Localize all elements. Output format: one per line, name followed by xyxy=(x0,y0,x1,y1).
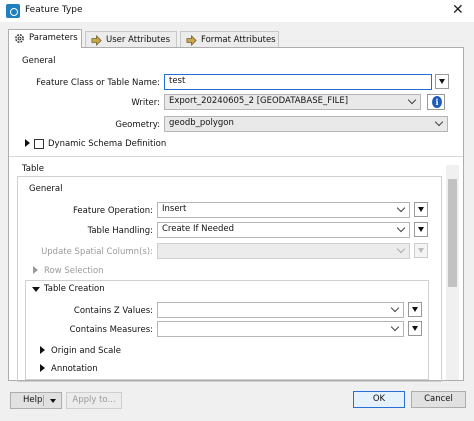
tab-label: User Attributes xyxy=(106,35,171,45)
contains-z-menu-button[interactable] xyxy=(408,302,422,317)
table-creation-label: Table Creation xyxy=(44,284,105,294)
annotation-label: Annotation xyxy=(51,364,98,374)
section-divider xyxy=(9,156,463,157)
dropdown-caret-icon xyxy=(50,399,56,403)
feature-class-input[interactable]: test xyxy=(164,74,432,90)
general-section-label: General xyxy=(22,56,56,66)
fme-app-icon xyxy=(6,4,20,18)
vertical-scrollbar[interactable] xyxy=(446,165,459,380)
window-title: Feature Type xyxy=(25,5,83,15)
table-section-label: Table xyxy=(22,164,44,174)
scrollbar-thumb[interactable] xyxy=(448,179,457,287)
table-creation-expander[interactable] xyxy=(32,287,40,292)
apply-to-button: Apply to... xyxy=(66,392,122,409)
table-handling-value: Create If Needed xyxy=(162,224,234,234)
chevron-down-icon xyxy=(397,226,405,234)
dynamic-schema-label: Dynamic Schema Definition xyxy=(48,139,167,149)
tab-user-attributes[interactable]: User Attributes xyxy=(85,31,177,48)
geometry-label: Geometry: xyxy=(115,120,160,130)
contains-measures-label: Contains Measures: xyxy=(69,325,153,335)
chevron-down-icon xyxy=(397,247,405,255)
update-spatial-label: Update Spatial Column(s): xyxy=(41,247,153,257)
table-handling-label: Table Handling: xyxy=(87,226,153,236)
writer-value: Export_20240605_2 [GEODATABASE_FILE] xyxy=(169,96,349,106)
close-icon[interactable]: ✕ xyxy=(452,2,464,18)
writer-combo[interactable]: Export_20240605_2 [GEODATABASE_FILE] xyxy=(164,94,421,110)
update-spatial-menu-button xyxy=(414,243,428,258)
arrow-icon xyxy=(91,35,102,46)
dynamic-schema-checkbox[interactable] xyxy=(34,139,44,149)
feature-class-label: Feature Class or Table Name: xyxy=(36,78,160,88)
table-general-label: General xyxy=(29,184,63,194)
origin-scale-expander[interactable] xyxy=(40,346,45,354)
help-label: Help xyxy=(23,395,43,405)
geometry-value: geodb_polygon xyxy=(169,118,234,128)
feature-operation-label: Feature Operation: xyxy=(73,206,153,216)
chevron-down-icon xyxy=(397,206,405,214)
feature-class-menu-button[interactable] xyxy=(435,74,449,89)
contains-measures-combo[interactable] xyxy=(157,321,404,337)
table-handling-menu-button[interactable] xyxy=(414,222,428,237)
chevron-down-icon xyxy=(391,325,399,333)
contains-measures-menu-button[interactable] xyxy=(408,321,422,336)
split-separator xyxy=(43,395,44,406)
arrow-icon xyxy=(186,35,197,46)
contains-z-label: Contains Z Values: xyxy=(73,306,153,316)
help-button[interactable]: Help xyxy=(10,392,62,409)
writer-label: Writer: xyxy=(131,98,160,108)
chevron-down-icon xyxy=(435,120,443,128)
ok-button[interactable]: OK xyxy=(353,391,405,408)
contains-z-combo[interactable] xyxy=(157,302,404,318)
chevron-down-icon xyxy=(408,98,416,106)
tab-format-attributes[interactable]: Format Attributes xyxy=(180,31,279,48)
gear-icon xyxy=(15,34,24,43)
chevron-down-icon xyxy=(391,306,399,314)
feature-operation-menu-button[interactable] xyxy=(414,202,428,217)
row-selection-expander[interactable] xyxy=(33,266,38,274)
tab-label: Parameters xyxy=(29,33,78,43)
title-bar: Feature Type ✕ xyxy=(0,0,474,22)
feature-operation-value: Insert xyxy=(162,204,187,214)
tab-label: Format Attributes xyxy=(201,35,276,45)
update-spatial-combo xyxy=(157,243,410,259)
row-selection-label: Row Selection xyxy=(44,266,104,276)
feature-operation-combo[interactable]: Insert xyxy=(157,202,410,218)
dynamic-schema-expander[interactable] xyxy=(25,139,30,147)
annotation-expander[interactable] xyxy=(40,364,45,372)
geometry-combo[interactable]: geodb_polygon xyxy=(164,116,448,132)
cancel-button[interactable]: Cancel xyxy=(411,391,466,408)
info-icon[interactable] xyxy=(427,94,445,110)
table-handling-combo[interactable]: Create If Needed xyxy=(157,222,410,238)
origin-scale-label: Origin and Scale xyxy=(51,346,121,356)
tab-parameters[interactable]: Parameters xyxy=(8,29,82,48)
